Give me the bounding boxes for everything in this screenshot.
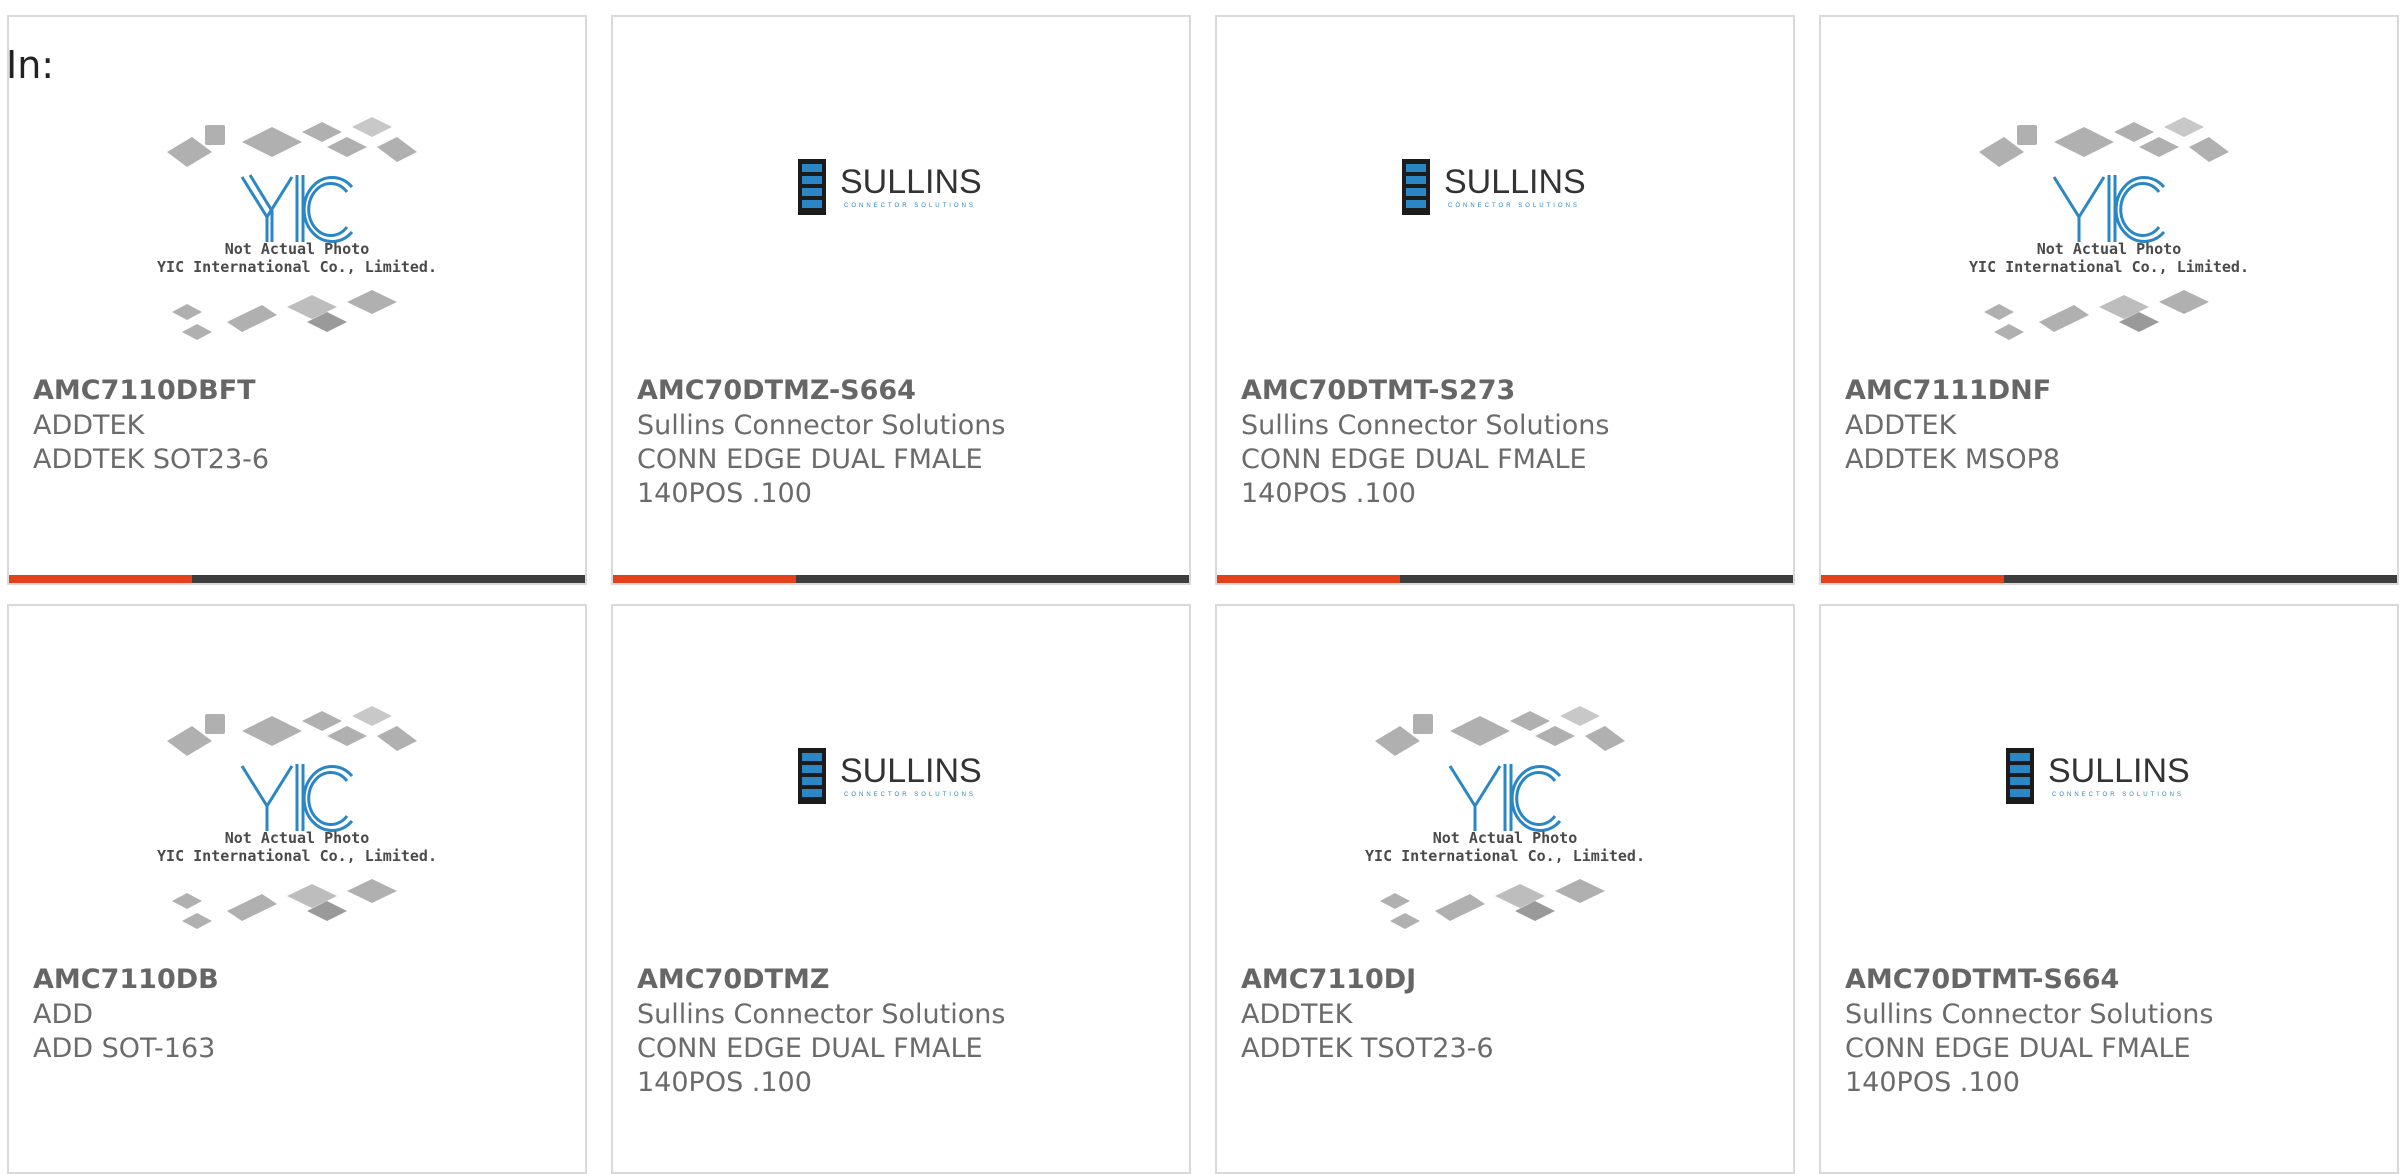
product-card[interactable]: Not Actual Photo YIC International Co., …: [1819, 15, 2399, 585]
part-number[interactable]: AMC7111DNF: [1845, 375, 2051, 406]
manufacturer: ADD: [33, 999, 94, 1030]
manufacturer: Sullins Connector Solutions: [1845, 999, 2214, 1030]
yic-caption-line1: Not Actual Photo: [1432, 829, 1578, 847]
sullins-tagline: CONNECTOR SOLUTIONS: [844, 792, 976, 798]
part-number[interactable]: AMC7110DB: [33, 964, 219, 995]
description: ADDTEK MSOP8: [1845, 444, 2061, 475]
yic-caption: Not Actual Photo YIC International Co., …: [9, 829, 585, 865]
in-label: In:: [6, 43, 55, 87]
manufacturer: ADDTEK: [1845, 410, 1957, 441]
manufacturer: Sullins Connector Solutions: [637, 410, 1006, 441]
sullins-tagline: CONNECTOR SOLUTIONS: [844, 203, 976, 209]
card-accent: [1217, 575, 1400, 583]
description: CONN EDGE DUAL FMALE 140POS .100: [637, 1033, 983, 1098]
part-number[interactable]: AMC7110DBFT: [33, 375, 256, 406]
part-number[interactable]: AMC70DTMZ: [637, 964, 829, 995]
manufacturer: Sullins Connector Solutions: [1241, 410, 1610, 441]
card-bottom-bar: [1821, 575, 2397, 583]
manufacturer: ADDTEK: [1241, 999, 1353, 1030]
part-number[interactable]: AMC7110DJ: [1241, 964, 1416, 995]
description: ADD SOT-163: [33, 1033, 216, 1064]
product-card[interactable]: SULLINS CONNECTOR SOLUTIONS AMC70DTMZ-S6…: [611, 15, 1191, 585]
yic-caption-line1: Not Actual Photo: [224, 240, 370, 258]
yic-caption-line1: Not Actual Photo: [224, 829, 370, 847]
sullins-tagline: CONNECTOR SOLUTIONS: [1448, 203, 1580, 209]
description: ADDTEK SOT23-6: [33, 444, 270, 475]
product-card[interactable]: Not Actual Photo YIC International Co., …: [1215, 604, 1795, 1174]
yic-caption: Not Actual Photo YIC International Co., …: [9, 240, 585, 276]
sullins-tagline: CONNECTOR SOLUTIONS: [2052, 792, 2184, 798]
part-number[interactable]: AMC70DTMT-S664: [1845, 964, 2119, 995]
yic-caption-line2: YIC International Co., Limited.: [157, 258, 437, 276]
yic-placeholder-image: [9, 696, 585, 956]
sullins-logo: SULLINS CONNECTOR SOLUTIONS: [613, 157, 1189, 217]
yic-caption: Not Actual Photo YIC International Co., …: [1821, 240, 2397, 276]
product-card[interactable]: Not Actual Photo YIC International Co., …: [7, 15, 587, 585]
manufacturer: Sullins Connector Solutions: [637, 999, 1006, 1030]
card-bottom-bar: [1217, 575, 1793, 583]
card-accent: [1821, 575, 2004, 583]
yic-caption-line2: YIC International Co., Limited.: [157, 847, 437, 865]
product-card[interactable]: SULLINS CONNECTOR SOLUTIONS AMC70DTMT-S2…: [1215, 15, 1795, 585]
description: CONN EDGE DUAL FMALE 140POS .100: [1241, 444, 1587, 509]
yic-caption-line2: YIC International Co., Limited.: [1365, 847, 1645, 865]
yic-caption-line1: Not Actual Photo: [2036, 240, 2182, 258]
yic-placeholder-image: [9, 107, 585, 367]
yic-placeholder-image: [1217, 696, 1793, 956]
sullins-logo: SULLINS CONNECTOR SOLUTIONS: [1217, 157, 1793, 217]
sullins-wordmark: SULLINS: [1444, 163, 1586, 201]
sullins-wordmark: SULLINS: [2048, 752, 2190, 790]
yic-placeholder-image: [1821, 107, 2397, 367]
sullins-wordmark: SULLINS: [840, 752, 982, 790]
sullins-logo: SULLINS CONNECTOR SOLUTIONS: [613, 746, 1189, 806]
card-bottom-bar: [9, 575, 585, 583]
product-card[interactable]: Not Actual Photo YIC International Co., …: [7, 604, 587, 1174]
product-card[interactable]: SULLINS CONNECTOR SOLUTIONS AMC70DTMT-S6…: [1819, 604, 2399, 1174]
description: CONN EDGE DUAL FMALE 140POS .100: [1845, 1033, 2191, 1098]
card-bottom-bar: [613, 575, 1189, 583]
part-number[interactable]: AMC70DTMT-S273: [1241, 375, 1515, 406]
card-accent: [9, 575, 192, 583]
yic-caption: Not Actual Photo YIC International Co., …: [1217, 829, 1793, 865]
sullins-logo: SULLINS CONNECTOR SOLUTIONS: [1821, 746, 2397, 806]
description: CONN EDGE DUAL FMALE 140POS .100: [637, 444, 983, 509]
product-card[interactable]: SULLINS CONNECTOR SOLUTIONS AMC70DTMZ Su…: [611, 604, 1191, 1174]
yic-caption-line2: YIC International Co., Limited.: [1969, 258, 2249, 276]
manufacturer: ADDTEK: [33, 410, 145, 441]
description: ADDTEK TSOT23-6: [1241, 1033, 1494, 1064]
card-accent: [613, 575, 796, 583]
part-number[interactable]: AMC70DTMZ-S664: [637, 375, 916, 406]
sullins-wordmark: SULLINS: [840, 163, 982, 201]
